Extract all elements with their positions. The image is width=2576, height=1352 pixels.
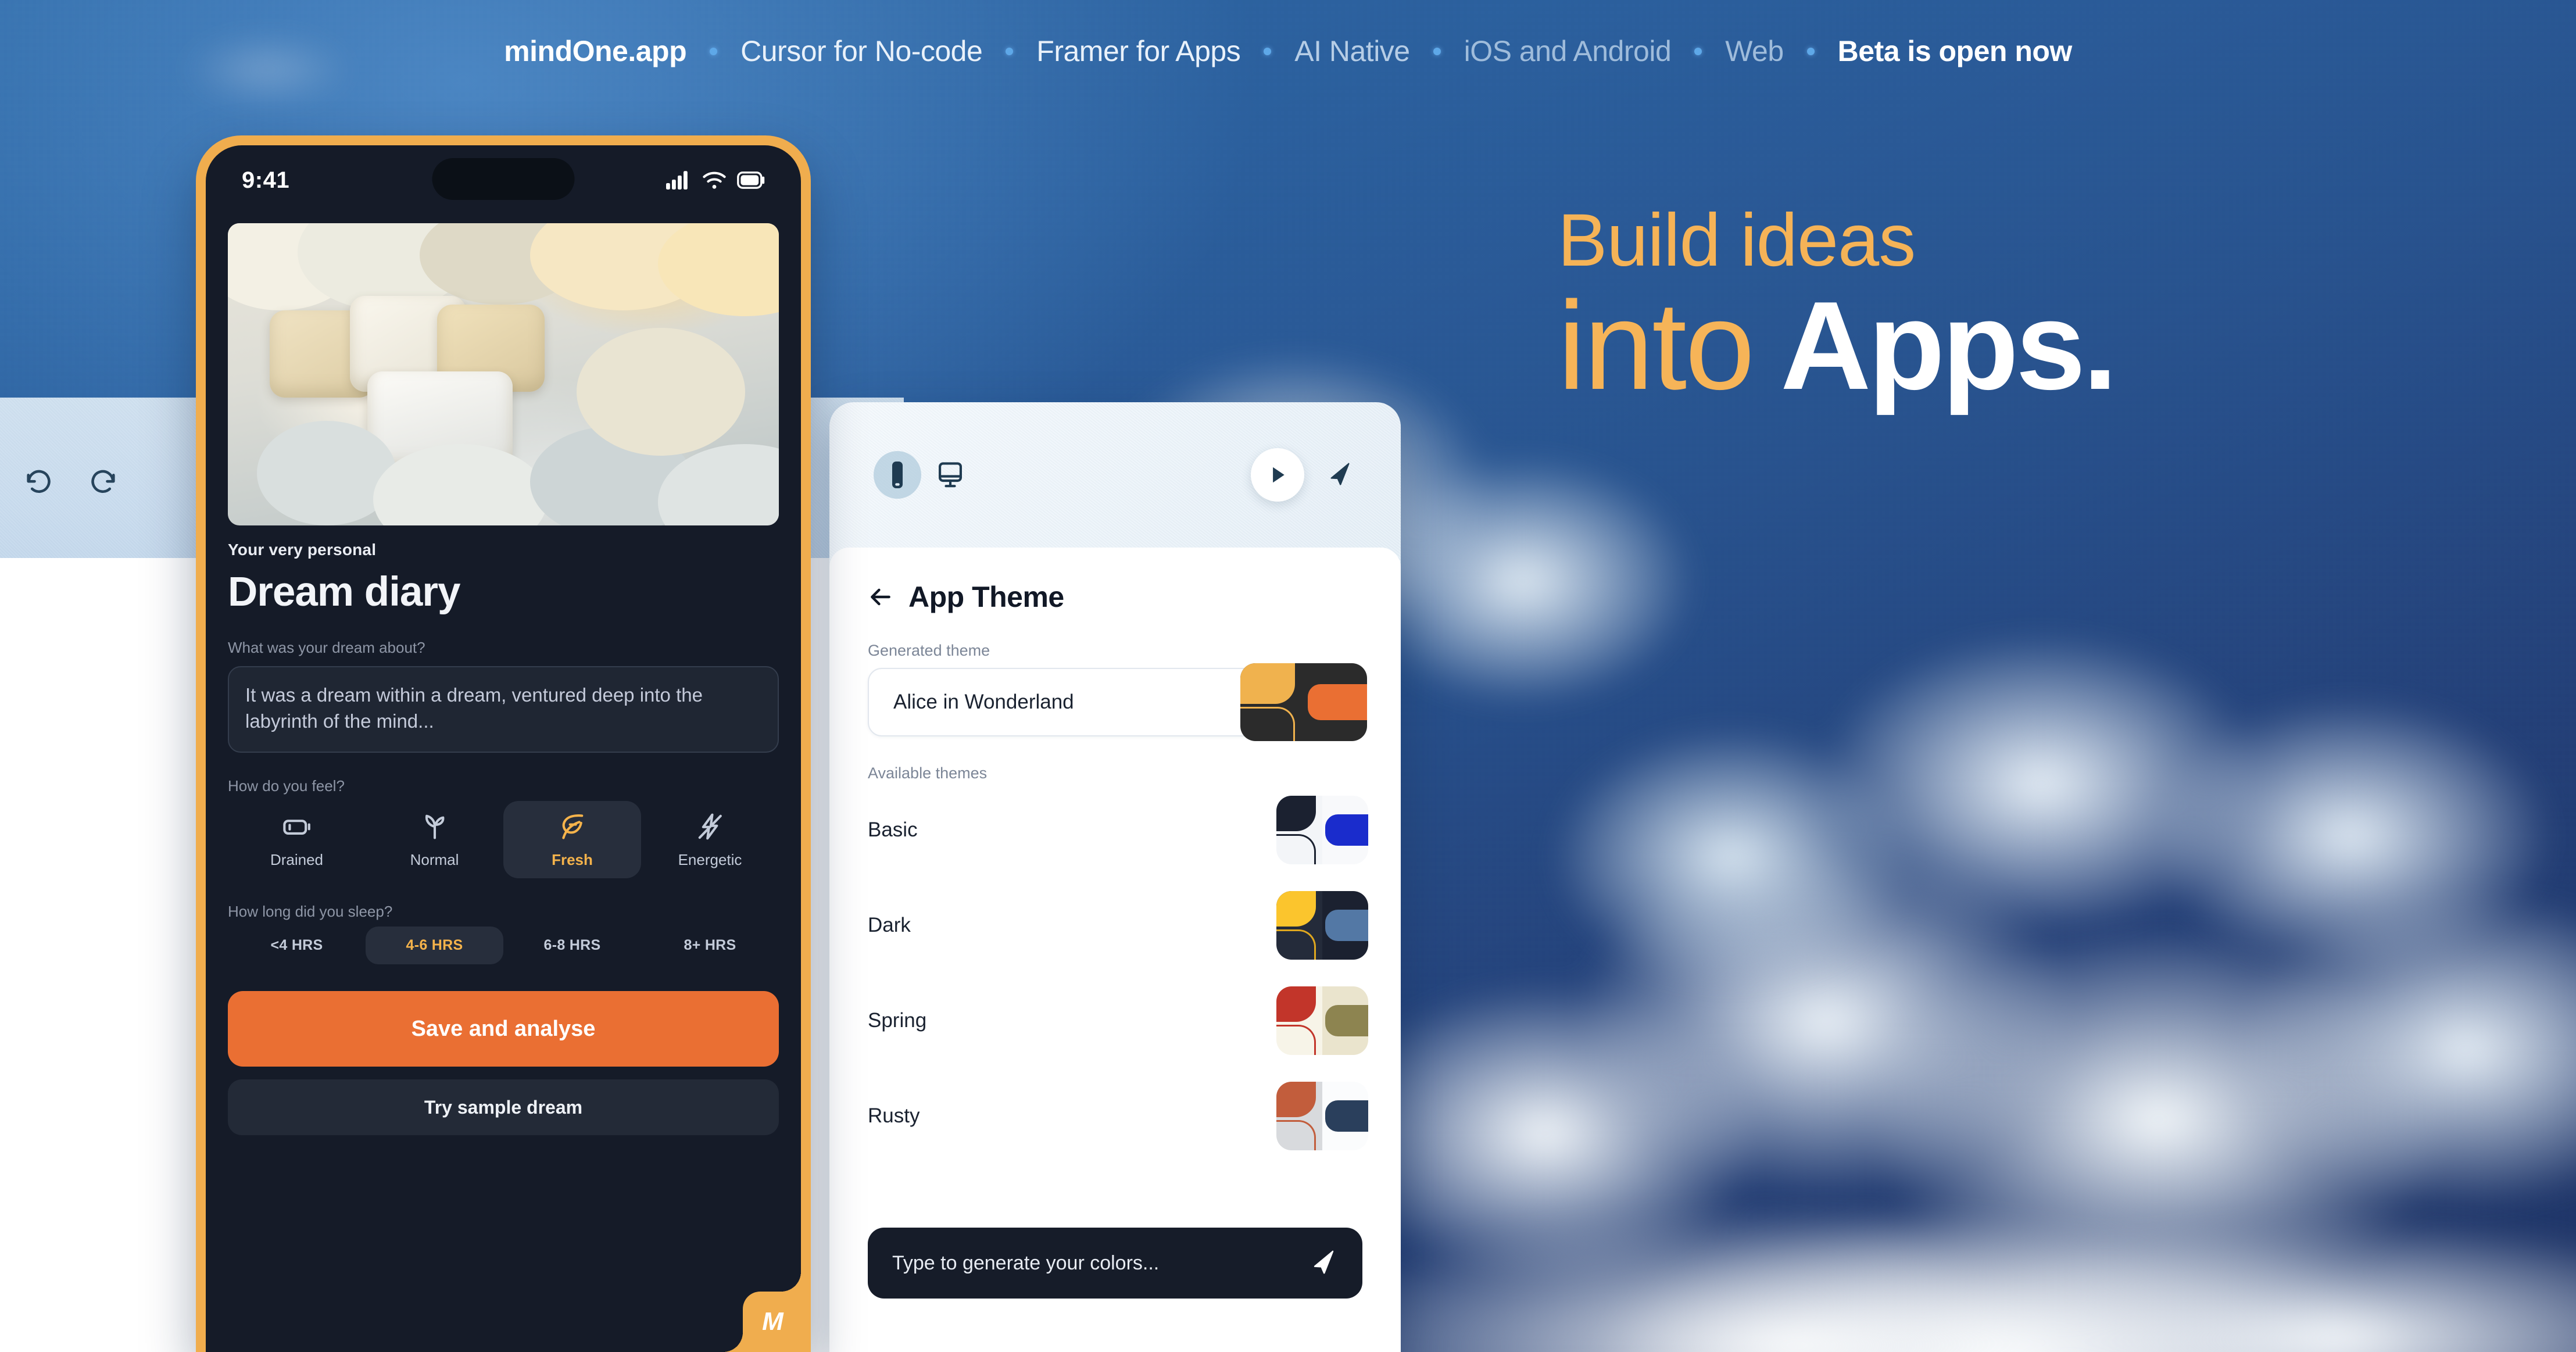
- phone-content: Your very personal Dream diary What was …: [206, 541, 801, 965]
- top-ticker: mindOne.app Cursor for No-code Framer fo…: [0, 0, 2576, 102]
- theme-name: Rusty: [868, 1104, 920, 1127]
- phone-mockup: 9:41 Your very personal Dream diary What…: [196, 135, 811, 1352]
- battery-low-icon: [282, 811, 312, 842]
- theme-prompt-bar[interactable]: Type to generate your colors...: [868, 1228, 1362, 1299]
- mood-label: Drained: [270, 851, 324, 869]
- send-cursor-icon[interactable]: [1324, 459, 1357, 491]
- available-themes-label: Available themes: [868, 764, 988, 782]
- theme-row-basic[interactable]: Basic: [868, 782, 1368, 878]
- sleep-option-4-6[interactable]: 4-6 HRS: [366, 927, 503, 965]
- ticker-dot-icon: [1006, 47, 1014, 55]
- theme-name: Spring: [868, 1009, 927, 1032]
- ticker-dot-icon: [1433, 47, 1441, 55]
- lightning-icon: [695, 811, 725, 842]
- undo-icon[interactable]: [23, 465, 53, 495]
- theme-row-dark[interactable]: Dark: [868, 878, 1368, 973]
- try-sample-dream-button[interactable]: Try sample dream: [228, 1079, 779, 1136]
- hero-line-2: into Apps.: [1558, 282, 2117, 408]
- theme-swatch-spring: [1276, 986, 1368, 1055]
- theme-prompt-input[interactable]: Type to generate your colors...: [892, 1252, 1310, 1275]
- mood-label: Normal: [410, 851, 459, 869]
- sleep-option-lt4[interactable]: <4 HRS: [228, 927, 366, 964]
- theme-swatch-basic: [1276, 796, 1368, 864]
- ticker-items: mindOne.app Cursor for No-code Framer fo…: [504, 34, 2072, 68]
- dream-hero-image: [228, 223, 779, 525]
- dream-textarea[interactable]: It was a dream within a dream, ventured …: [228, 666, 779, 753]
- play-icon: [1261, 459, 1294, 491]
- ticker-item-web[interactable]: Web: [1725, 34, 1784, 68]
- dream-textarea-value: It was a dream within a dream, ventured …: [245, 684, 703, 732]
- mood-option-fresh[interactable]: Fresh: [503, 801, 641, 879]
- history-controls: [23, 465, 119, 495]
- viewport-mobile-button[interactable]: [874, 451, 921, 499]
- ticker-dot-icon: [710, 47, 718, 55]
- battery-icon: [737, 171, 765, 189]
- sleep-selector: <4 HRS 4-6 HRS 6-8 HRS 8+ HRS: [228, 927, 779, 965]
- ticker-item-beta[interactable]: Beta is open now: [1838, 34, 2073, 68]
- hero-word-into: into: [1558, 275, 1755, 416]
- eyebrow-text: Your very personal: [228, 541, 377, 559]
- theme-name: Basic: [868, 818, 918, 841]
- mood-option-energetic[interactable]: Energetic: [641, 801, 779, 878]
- ticker-dot-icon: [1806, 47, 1815, 55]
- generated-theme-name: Alice in Wonderland: [893, 691, 1074, 713]
- mood-label: Energetic: [678, 851, 742, 869]
- ticker-dot-icon: [1264, 47, 1272, 55]
- theme-swatch-rusty: [1276, 1082, 1368, 1150]
- ticker-item-framer[interactable]: Framer for Apps: [1036, 34, 1240, 68]
- dynamic-island: [432, 158, 575, 200]
- mood-option-drained[interactable]: Drained: [228, 801, 366, 878]
- status-icons: [666, 170, 765, 190]
- hero-line-1: Build ideas: [1558, 199, 1916, 282]
- preview-card: App Theme Generated theme Alice in Wonde…: [829, 402, 1401, 1352]
- redo-icon[interactable]: [88, 465, 119, 495]
- generated-theme-label: Generated theme: [868, 642, 990, 659]
- sheet-title: App Theme: [908, 581, 1064, 613]
- hero-word-apps: Apps.: [1780, 275, 2117, 416]
- preview-toolbar: [829, 402, 1401, 548]
- sprout-icon: [420, 811, 450, 842]
- mood-option-normal[interactable]: Normal: [366, 801, 503, 878]
- wifi-icon: [702, 170, 727, 190]
- ticker-item-brand[interactable]: mindOne.app: [504, 34, 686, 68]
- dream-field-label: What was your dream about?: [228, 639, 425, 656]
- theme-row-spring[interactable]: Spring: [868, 973, 1368, 1068]
- sleep-option-8plus[interactable]: 8+ HRS: [641, 927, 779, 964]
- ticker-item-cursor[interactable]: Cursor for No-code: [740, 34, 983, 68]
- theme-name: Dark: [868, 914, 911, 936]
- ticker-item-ai[interactable]: AI Native: [1294, 34, 1410, 68]
- mood-question: How do you feel?: [228, 777, 345, 795]
- phone-screen: 9:41 Your very personal Dream diary What…: [206, 145, 801, 1352]
- theme-row-rusty[interactable]: Rusty: [868, 1068, 1368, 1164]
- ticker-dot-icon: [1694, 47, 1702, 55]
- back-arrow-icon[interactable]: [868, 584, 893, 610]
- save-and-analyse-button[interactable]: Save and analyse: [228, 991, 779, 1067]
- theme-swatch-dark: [1276, 891, 1368, 960]
- status-time: 9:41: [242, 167, 290, 193]
- mindone-badge-logo: M: [723, 1272, 801, 1352]
- app-theme-sheet: App Theme Generated theme Alice in Wonde…: [829, 548, 1401, 1352]
- sleep-option-6-8[interactable]: 6-8 HRS: [503, 927, 641, 964]
- phone-status-bar: 9:41: [206, 145, 801, 215]
- send-icon[interactable]: [1310, 1249, 1338, 1277]
- sheet-header: App Theme: [829, 548, 1401, 614]
- desktop-monitor-icon[interactable]: [934, 459, 967, 491]
- page-title: Dream diary: [228, 569, 460, 615]
- leaf-icon: [557, 811, 588, 842]
- theme-swatch-generated: [1240, 663, 1367, 741]
- hero-heading: Build ideas into Apps.: [1558, 199, 2117, 409]
- available-themes-list: Basic Dark Spring Rusty: [829, 782, 1401, 1164]
- mood-selector: Drained Normal Fresh Energetic: [228, 801, 779, 879]
- mood-label: Fresh: [552, 851, 593, 869]
- cellular-signal-icon: [666, 170, 692, 190]
- generated-theme-row[interactable]: Alice in Wonderland: [868, 663, 1367, 741]
- preview-play-button[interactable]: [1251, 448, 1304, 502]
- ticker-item-platform[interactable]: iOS and Android: [1464, 34, 1672, 68]
- sleep-question: How long did you sleep?: [228, 903, 393, 921]
- mobile-device-icon: [881, 459, 914, 491]
